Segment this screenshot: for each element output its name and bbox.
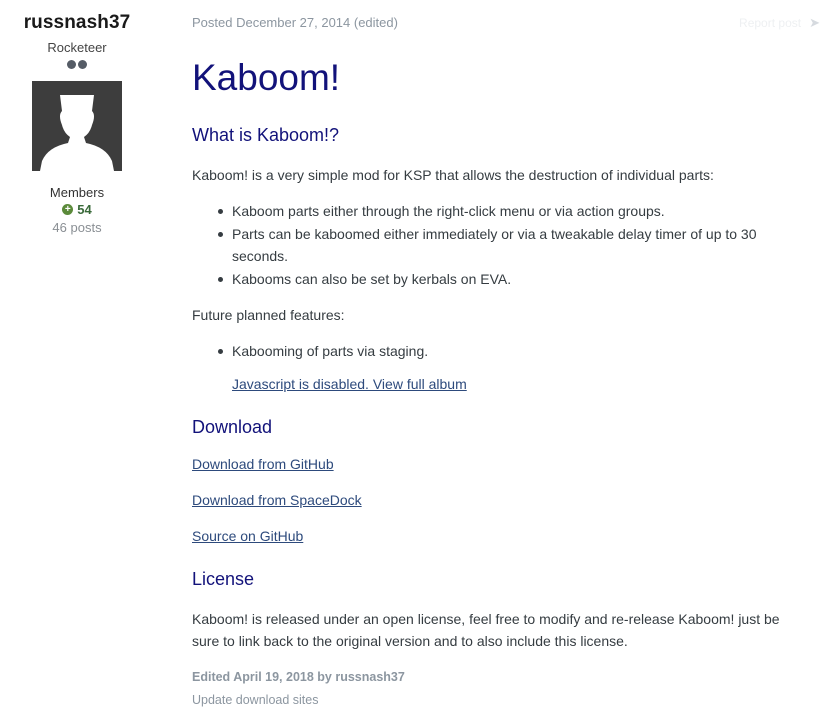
- author-panel: russnash37 Rocketeer Members + 54 46 pos…: [0, 0, 154, 235]
- album-link[interactable]: Javascript is disabled. View full album: [232, 376, 467, 392]
- reputation-count: 54: [77, 202, 92, 217]
- report-post-link[interactable]: Report post: [739, 16, 801, 30]
- plus-icon: +: [62, 204, 74, 215]
- section-heading-download: Download: [192, 417, 273, 437]
- license-paragraph: Kaboom! is released under an open licens…: [192, 611, 780, 649]
- list-item: Kabooms can also be set by kerbals on EV…: [214, 268, 774, 291]
- future-label: Future planned features:: [192, 307, 345, 323]
- post-title: Kaboom!: [192, 57, 341, 98]
- default-avatar-icon: [32, 81, 122, 171]
- edited-notice: Edited April 19, 2018 by russnash37: [192, 670, 405, 684]
- post-tools: Report post ➤: [739, 15, 820, 31]
- section-heading-license: License: [192, 569, 255, 589]
- author-rank: Rocketeer: [47, 40, 107, 55]
- list-item: Kaboom parts either through the right-cl…: [214, 200, 774, 223]
- source-github-link[interactable]: Source on GitHub: [192, 528, 303, 544]
- download-github-link[interactable]: Download from GitHub: [192, 456, 334, 472]
- intro-paragraph: Kaboom! is a very simple mod for KSP tha…: [192, 167, 714, 183]
- rank-pips: [0, 60, 154, 70]
- list-item: Parts can be kaboomed either immediately…: [214, 223, 774, 268]
- feature-list: Kaboom parts either through the right-cl…: [214, 200, 774, 290]
- post-count: 46 posts: [52, 220, 102, 235]
- rank-pip-icon: [78, 60, 87, 69]
- reputation-badge: + 54: [0, 202, 154, 217]
- author-group: Members: [49, 185, 105, 200]
- share-icon[interactable]: ➤: [809, 15, 820, 31]
- section-heading-what-is: What is Kaboom!?: [192, 125, 340, 145]
- avatar[interactable]: [32, 81, 122, 171]
- future-list: Kabooming of parts via staging.: [214, 340, 774, 363]
- rank-pip-icon: [67, 60, 76, 69]
- post-meta: Posted December 27, 2014 (edited): [192, 15, 398, 30]
- list-item: Kabooming of parts via staging.: [214, 340, 774, 363]
- download-spacedock-link[interactable]: Download from SpaceDock: [192, 492, 362, 508]
- edit-reason: Update download sites: [192, 693, 319, 707]
- author-name[interactable]: russnash37: [0, 12, 154, 34]
